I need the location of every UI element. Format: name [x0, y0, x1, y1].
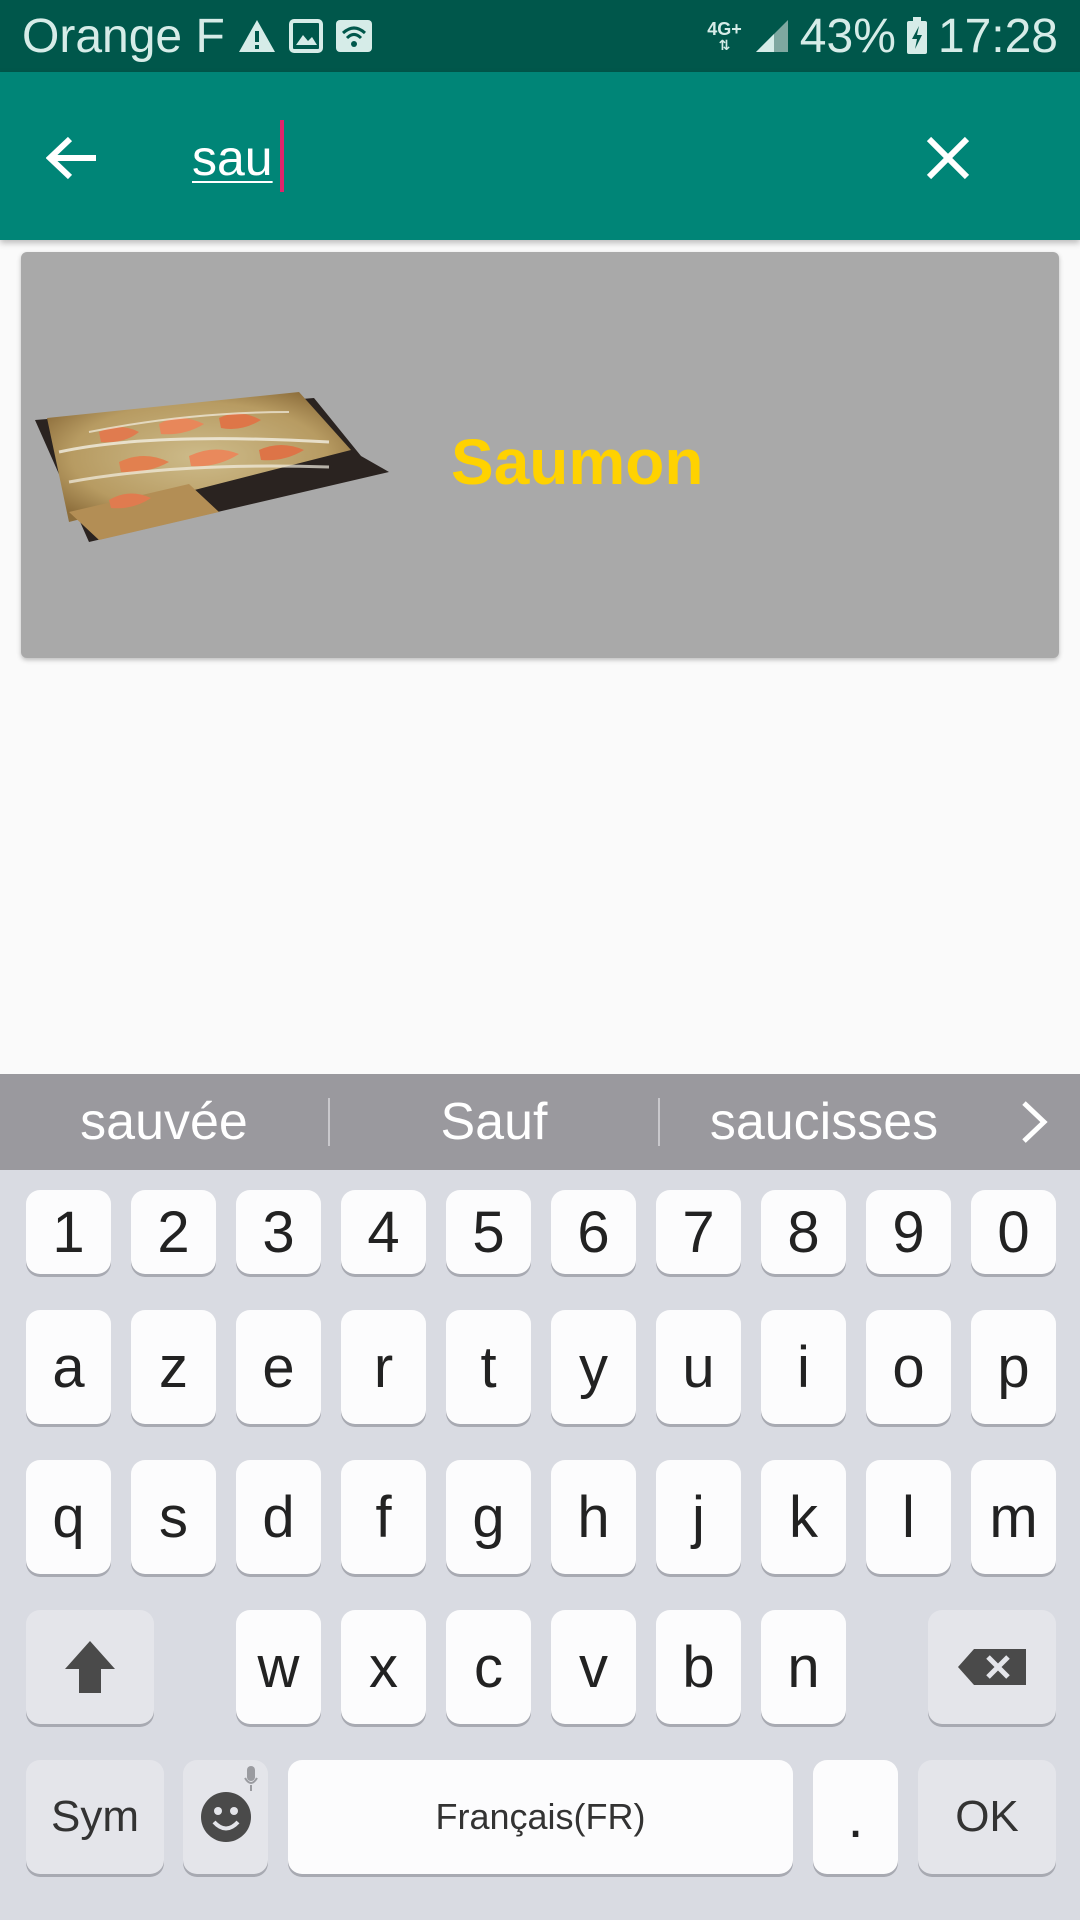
shift-key[interactable] — [26, 1610, 154, 1724]
close-icon — [926, 136, 970, 180]
key-n[interactable]: n — [761, 1610, 846, 1724]
key-l[interactable]: l — [866, 1460, 951, 1574]
key-4[interactable]: 4 — [341, 1190, 426, 1274]
network-indicator: 4G+ ⇅ — [707, 20, 742, 52]
key-k[interactable]: k — [761, 1460, 846, 1574]
key-x[interactable]: x — [341, 1610, 426, 1724]
status-right: 4G+ ⇅ 43% 17:28 — [707, 9, 1058, 64]
key-9[interactable]: 9 — [866, 1190, 951, 1274]
data-arrows-icon: ⇅ — [718, 37, 731, 53]
arrow-back-icon — [46, 136, 96, 180]
warning-icon — [237, 18, 277, 54]
key-8[interactable]: 8 — [761, 1190, 846, 1274]
key-w[interactable]: w — [236, 1610, 321, 1724]
key-1[interactable]: 1 — [26, 1190, 111, 1274]
key-b[interactable]: b — [656, 1610, 741, 1724]
key-j[interactable]: j — [656, 1460, 741, 1574]
network-type: 4G+ — [707, 19, 742, 39]
key-p[interactable]: p — [971, 1310, 1056, 1424]
key-f[interactable]: f — [341, 1460, 426, 1574]
space-key[interactable]: Français(FR) — [288, 1760, 793, 1874]
ok-key[interactable]: OK — [918, 1760, 1056, 1874]
image-icon — [288, 19, 323, 53]
shift-arrow-icon — [65, 1641, 115, 1693]
key-z[interactable]: z — [131, 1310, 216, 1424]
key-g[interactable]: g — [446, 1460, 531, 1574]
chevron-right-icon — [1022, 1101, 1048, 1143]
clock: 17:28 — [937, 9, 1058, 63]
key-r[interactable]: r — [341, 1310, 426, 1424]
emoji-icon — [200, 1792, 251, 1842]
backspace-key[interactable] — [928, 1610, 1056, 1724]
back-button[interactable] — [36, 122, 108, 194]
key-3[interactable]: 3 — [236, 1190, 321, 1274]
signal-icon — [754, 18, 790, 54]
status-bar: Orange F 4G+ ⇅ 43% 17:28 — [0, 0, 1080, 72]
key-s[interactable]: s — [131, 1460, 216, 1574]
key-6[interactable]: 6 — [551, 1190, 636, 1274]
key-0[interactable]: 0 — [971, 1190, 1056, 1274]
search-input[interactable]: sau — [192, 126, 273, 190]
pizza-image — [35, 392, 389, 542]
result-card-saumon[interactable]: Saumon — [21, 252, 1059, 658]
keyboard-suggestion-bar: sauvée Sauf saucisses — [0, 1074, 1080, 1170]
key-m[interactable]: m — [971, 1460, 1056, 1574]
key-2[interactable]: 2 — [131, 1190, 216, 1274]
suggestion-1[interactable]: sauvée — [0, 1074, 328, 1170]
text-caret — [280, 120, 284, 192]
suggestion-3[interactable]: saucisses — [660, 1074, 988, 1170]
key-i[interactable]: i — [761, 1310, 846, 1424]
key-t[interactable]: t — [446, 1310, 531, 1424]
key-q[interactable]: q — [26, 1460, 111, 1574]
wifi-icon — [335, 19, 373, 53]
result-title: Saumon — [451, 426, 704, 498]
carrier-name: Orange F — [22, 9, 225, 63]
key-e[interactable]: e — [236, 1310, 321, 1424]
key-y[interactable]: y — [551, 1310, 636, 1424]
status-left: Orange F — [22, 9, 707, 64]
clear-search-button[interactable] — [912, 122, 984, 194]
period-key[interactable]: . — [813, 1760, 898, 1874]
emoji-key[interactable] — [183, 1760, 268, 1874]
battery-charging-icon — [906, 17, 928, 55]
mic-icon — [244, 1766, 258, 1791]
suggestion-2[interactable]: Sauf — [330, 1074, 658, 1170]
key-c[interactable]: c — [446, 1610, 531, 1724]
backspace-icon — [958, 1649, 1026, 1685]
key-5[interactable]: 5 — [446, 1190, 531, 1274]
search-app-bar: sau — [0, 72, 1080, 240]
key-o[interactable]: o — [866, 1310, 951, 1424]
key-u[interactable]: u — [656, 1310, 741, 1424]
key-v[interactable]: v — [551, 1610, 636, 1724]
key-7[interactable]: 7 — [656, 1190, 741, 1274]
battery-percent: 43% — [799, 9, 896, 63]
key-h[interactable]: h — [551, 1460, 636, 1574]
soft-keyboard: 1 2 3 4 5 6 7 8 9 0 a z e r t y u i o p … — [0, 1170, 1080, 1920]
key-d[interactable]: d — [236, 1460, 321, 1574]
key-a[interactable]: a — [26, 1310, 111, 1424]
more-suggestions-button[interactable] — [988, 1099, 1080, 1145]
sym-key[interactable]: Sym — [26, 1760, 164, 1874]
